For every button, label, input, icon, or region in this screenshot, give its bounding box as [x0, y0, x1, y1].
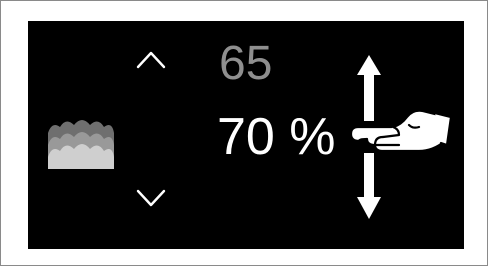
chevron-up-icon[interactable]: [136, 49, 166, 69]
chevron-down-icon[interactable]: [136, 189, 166, 209]
current-value[interactable]: 70 %: [217, 111, 336, 163]
humidity-icon: [48, 120, 114, 169]
swipe-vertical-hand-icon: [349, 55, 453, 219]
previous-value: 65: [219, 37, 273, 90]
illustration-frame: 65 70 %: [0, 0, 488, 266]
